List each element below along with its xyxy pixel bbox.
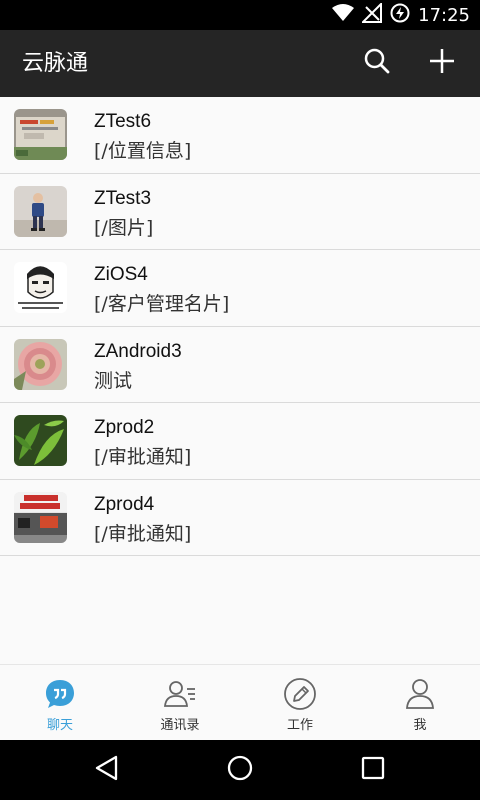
- search-icon: [363, 47, 391, 79]
- plus-icon: [428, 47, 456, 79]
- avatar: [14, 491, 67, 543]
- person-icon: [403, 677, 437, 711]
- chat-last-message: 测试: [94, 369, 133, 392]
- avatar: [14, 109, 67, 160]
- chat-row-ztest3[interactable]: ZTest3 [/图片]: [0, 173, 480, 250]
- chat-list: ZTest6 [/位置信息] ZTest3 [/图片] ZiOS4 [/客户管理…: [0, 97, 480, 556]
- chat-name: Zprod2: [94, 417, 155, 438]
- search-button[interactable]: [357, 43, 397, 83]
- chat-row-zprod4[interactable]: Zprod4 [/审批通知]: [0, 479, 480, 556]
- chat-row-zprod2[interactable]: Zprod2 [/审批通知]: [0, 403, 480, 480]
- tab-me[interactable]: 我: [360, 665, 480, 740]
- app-title: 云脉通: [22, 51, 89, 76]
- status-bar: 17:25: [0, 0, 480, 30]
- home-button[interactable]: [220, 750, 260, 790]
- chat-row-zandroid3[interactable]: ZAndroid3 测试: [0, 326, 480, 403]
- chat-name: ZTest6: [94, 111, 152, 132]
- tab-label: 通讯录: [160, 718, 200, 733]
- tab-bar: 聊天 通讯录 工作 我: [0, 664, 480, 740]
- chat-row-ztest6[interactable]: ZTest6 [/位置信息]: [0, 97, 480, 174]
- chat-name: ZiOS4: [94, 264, 148, 285]
- status-time: 17:25: [418, 4, 470, 26]
- recents-button[interactable]: [353, 750, 393, 790]
- tab-label: 聊天: [46, 718, 73, 733]
- back-triangle-icon: [94, 755, 120, 785]
- contacts-icon: [163, 677, 197, 711]
- chat-last-message: [/客户管理名片]: [94, 293, 230, 315]
- avatar: [14, 338, 67, 390]
- tab-label: 我: [413, 718, 427, 733]
- chat-bubble-icon: [43, 677, 77, 711]
- screen: 17:25 云脉通 ZTest6 [/位置信息] ZTest3 [/图片] Zi…: [0, 0, 480, 800]
- tab-label: 工作: [286, 718, 313, 733]
- data-saver-icon: [390, 3, 410, 27]
- pencil-icon: [283, 677, 317, 711]
- avatar: [14, 185, 67, 237]
- no-signal-icon: [360, 1, 383, 27]
- chat-name: Zprod4: [94, 493, 155, 515]
- wifi-icon: [332, 4, 355, 26]
- app-bar: 云脉通: [0, 30, 480, 97]
- chat-row-zios4[interactable]: ZiOS4 [/客户管理名片]: [0, 250, 480, 327]
- chat-last-message: [/审批通知]: [94, 522, 192, 545]
- tab-contacts[interactable]: 通讯录: [120, 665, 240, 740]
- chat-last-message: [/位置信息]: [94, 140, 192, 162]
- tab-work[interactable]: 工作: [240, 665, 360, 740]
- chat-name: ZTest3: [94, 187, 152, 209]
- avatar: [14, 415, 67, 466]
- add-button[interactable]: [422, 43, 462, 83]
- home-circle-icon: [226, 754, 254, 786]
- tab-chat[interactable]: 聊天: [0, 665, 120, 740]
- chat-last-message: [/审批通知]: [94, 446, 192, 468]
- system-nav-bar: [0, 740, 480, 800]
- recents-square-icon: [361, 756, 385, 784]
- back-button[interactable]: [87, 750, 127, 790]
- chat-last-message: [/图片]: [94, 216, 154, 239]
- chat-name: ZAndroid3: [94, 340, 182, 362]
- avatar: [14, 262, 67, 313]
